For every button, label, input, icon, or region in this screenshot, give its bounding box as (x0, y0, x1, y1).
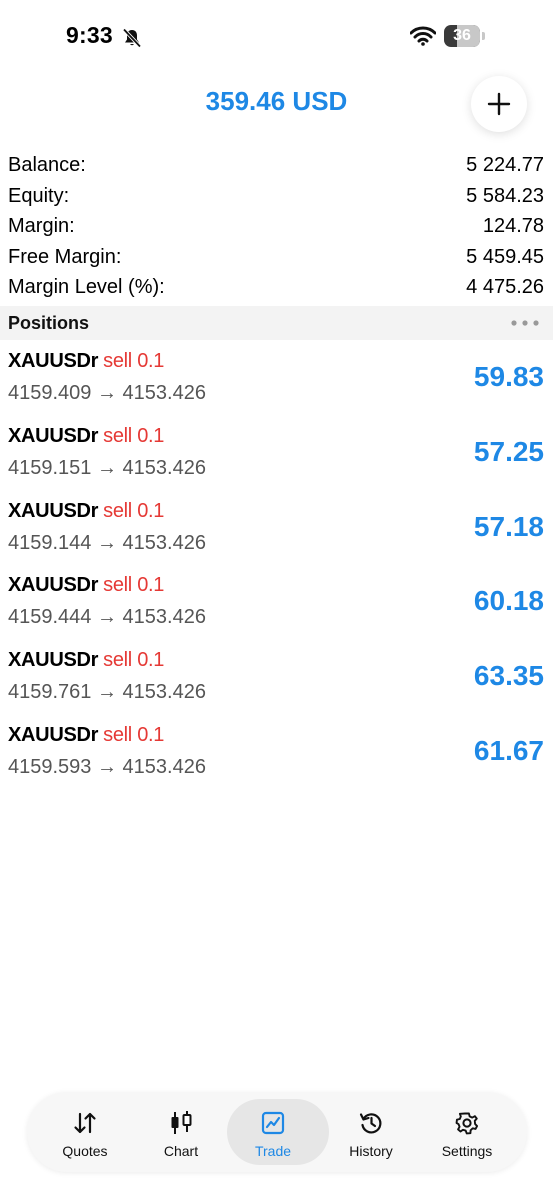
positions-list: XAUUSDr sell 0.1 4159.409 → 4153.426 59.8… (0, 345, 553, 794)
positions-title: Positions (8, 313, 90, 333)
position-type: sell 0.1 (103, 574, 165, 597)
summary-value: 5 459.45 (466, 245, 544, 268)
position-row[interactable]: XAUUSDr sell 0.1 4159.409 → 4153.426 59.8… (0, 345, 553, 420)
position-profit: 61.67 (473, 734, 544, 766)
summary-row-equity: Equity: 5 584.23 (0, 181, 553, 212)
position-row[interactable]: XAUUSDr sell 0.1 4159.444 → 4153.426 60.1… (0, 569, 553, 644)
status-time: 9:33 (66, 22, 113, 48)
tab-trade[interactable]: Trade (225, 1092, 329, 1172)
summary-value: 124.78 (482, 215, 544, 237)
position-profit: 60.18 (473, 585, 544, 617)
gear-icon (455, 1112, 479, 1135)
summary-label: Equity: (8, 184, 70, 207)
plus-icon (487, 92, 511, 116)
tab-quotes[interactable]: Quotes (37, 1092, 133, 1172)
add-order-button[interactable] (471, 76, 527, 132)
position-row[interactable]: XAUUSDr sell 0.1 4159.761 → 4153.426 63.3… (0, 644, 553, 719)
tab-label: Settings (441, 1143, 493, 1159)
position-profit: 59.83 (473, 361, 544, 392)
position-symbol: XAUUSDr (8, 574, 99, 597)
position-prices: 4159.761 → 4153.426 (8, 681, 206, 704)
history-icon (359, 1113, 382, 1134)
position-prices: 4159.444 → 4153.426 (8, 606, 206, 629)
tab-label: Quotes (62, 1143, 108, 1159)
position-row[interactable]: XAUUSDr sell 0.1 4159.151 → 4153.426 57.2… (0, 420, 553, 495)
more-icon[interactable] (511, 320, 539, 326)
position-profit: 63.35 (473, 660, 544, 692)
position-profit: 57.18 (473, 510, 544, 542)
position-row[interactable]: XAUUSDr sell 0.1 4159.144 → 4153.426 57.1… (0, 495, 553, 570)
status-bar: 9:33 36 (0, 0, 553, 70)
tab-chart[interactable]: Chart (133, 1092, 229, 1172)
battery-icon: 36 (444, 25, 486, 47)
position-symbol: XAUUSDr (8, 649, 99, 672)
tab-settings[interactable]: Settings (419, 1092, 515, 1172)
positions-header: Positions (0, 306, 553, 340)
quotes-icon (74, 1112, 96, 1134)
summary-label: Balance: (8, 154, 86, 176)
position-prices: 4159.144 → 4153.426 (8, 531, 206, 554)
position-row[interactable]: XAUUSDr sell 0.1 4159.593 → 4153.426 61.6… (0, 719, 553, 794)
position-type: sell 0.1 (103, 649, 165, 672)
summary-row-balance: Balance: 5 224.77 (0, 150, 553, 181)
position-prices: 4159.151 → 4153.426 (8, 456, 206, 479)
battery-level: 36 (453, 27, 471, 44)
account-summary: Balance: 5 224.77 Equity: 5 584.23 Margi… (0, 150, 553, 303)
summary-label: Margin Level (%): (8, 276, 165, 298)
tab-label: Chart (163, 1143, 199, 1159)
position-type: sell 0.1 (103, 424, 165, 447)
trade-icon (261, 1111, 285, 1135)
summary-row-margin: Margin: 124.78 (0, 211, 553, 242)
position-prices: 4159.409 → 4153.426 (8, 382, 206, 404)
summary-value: 5 584.23 (466, 184, 544, 207)
chart-icon (171, 1111, 192, 1134)
position-prices: 4159.593 → 4153.426 (8, 755, 206, 778)
tab-history[interactable]: History (323, 1092, 419, 1172)
summary-label: Free Margin: (8, 245, 122, 268)
position-symbol: XAUUSDr (8, 723, 99, 746)
position-symbol: XAUUSDr (8, 424, 99, 447)
summary-value: 5 224.77 (466, 154, 544, 176)
position-profit: 57.25 (473, 435, 544, 467)
position-type: sell 0.1 (103, 723, 165, 746)
summary-value: 4 475.26 (466, 276, 544, 298)
summary-label: Margin: (8, 215, 75, 237)
summary-row-margin-level: Margin Level (%): 4 475.26 (0, 272, 553, 303)
bell-muted-icon (122, 28, 142, 48)
summary-row-free-margin: Free Margin: 5 459.45 (0, 242, 553, 273)
wifi-icon (410, 26, 436, 46)
tab-label: History (349, 1143, 393, 1159)
tab-label: Trade (254, 1143, 292, 1159)
position-type: sell 0.1 (103, 350, 165, 372)
position-symbol: XAUUSDr (8, 350, 99, 372)
bottom-tab-bar: Quotes Chart Trade History Settings (27, 1092, 527, 1172)
trade-screen: 9:33 36 359.46 USD Balance: 5 224.77 Equ… (0, 0, 553, 1200)
position-type: sell 0.1 (103, 499, 165, 522)
position-symbol: XAUUSDr (8, 499, 99, 522)
